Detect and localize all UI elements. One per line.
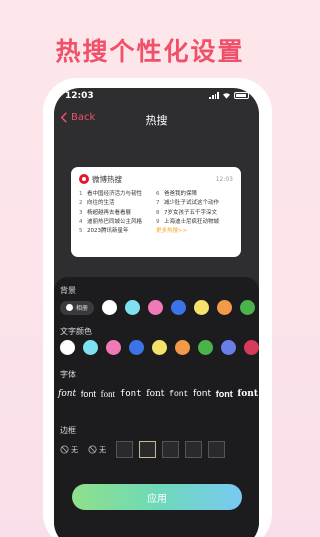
hot-item-rank: 8 [156, 209, 160, 216]
widget-hot-item: 8 7岁女孩子五千字深文 [156, 209, 233, 218]
text-color-swatch[interactable] [175, 340, 190, 355]
hot-item-text: 爸爸我的保障 [164, 191, 198, 197]
background-color-swatch[interactable] [217, 300, 233, 315]
widget-time: 12:03 [215, 175, 233, 183]
font-option[interactable]: font [216, 389, 233, 399]
status-time: 12:03 [65, 91, 94, 101]
hot-item-text: 7岁女孩子五千字深文 [164, 209, 217, 216]
no-border-label-2: 无 [99, 445, 106, 454]
widget-hot-item: 5 2023腾讯新星年 [79, 227, 156, 236]
hot-search-widget-preview: 微博热搜 12:03 1 看中国经济活力与韧性 2 向往的生活 3 杨超越再去看看展 4 迪丽… [71, 167, 241, 257]
border-frame-option[interactable] [208, 441, 225, 458]
hot-item-text: 向往的生活 [87, 200, 115, 207]
text-color-row [60, 340, 259, 355]
hot-item-text: 迪丽热巴同城公主风格 [87, 218, 143, 225]
hot-item-text: 杨超越再去看看展 [87, 209, 132, 216]
hot-item-text: 上海迪士尼疯狂动物城 [164, 218, 220, 225]
no-border-option-2[interactable]: 无 [88, 445, 106, 455]
font-option[interactable]: font [81, 389, 96, 399]
hot-item-rank: 4 [79, 218, 83, 225]
hot-item-rank: 7 [156, 200, 160, 207]
text-color-label: 文字颜色 [60, 327, 92, 336]
background-label: 背景 [60, 286, 76, 295]
border-frame-option[interactable] [162, 441, 179, 458]
widget-hot-item: 4 迪丽热巴同城公主风格 [79, 218, 156, 227]
font-label: 字体 [60, 370, 76, 379]
album-toggle[interactable]: 相册 [60, 300, 95, 315]
widget-hot-item: 7 减少肚子试试这个动作 [156, 199, 233, 208]
text-color-swatch[interactable] [60, 340, 75, 355]
toggle-knob [66, 304, 73, 311]
widget-hot-item: 1 看中国经济活力与韧性 [79, 190, 156, 199]
hot-item-text: 减少肚子试试这个动作 [164, 200, 220, 207]
font-option[interactable]: font [169, 390, 188, 399]
font-option[interactable]: font [146, 389, 164, 399]
hot-item-text: 看中国经济活力与韧性 [87, 191, 143, 197]
text-color-swatch[interactable] [83, 340, 98, 355]
no-border-option-1[interactable]: 无 [60, 445, 78, 455]
font-option[interactable]: font [101, 389, 116, 399]
background-color-swatch[interactable] [194, 300, 210, 315]
widget-title: 微博热搜 [92, 174, 122, 184]
widget-hot-item: 6 爸爸我的保障 [156, 190, 233, 199]
phone-screen: 12:03 Back 热搜 微博热搜 12:03 1 看中国经济活力与韧性 2 向往的… [54, 88, 259, 537]
font-option[interactable]: font [237, 389, 258, 399]
prohibited-icon [60, 445, 69, 454]
hot-item-text: 2023腾讯新星年 [87, 228, 129, 235]
hot-item-rank: 6 [156, 191, 160, 197]
page-headline: 热搜个性化设置 [55, 37, 245, 66]
border-frame-option[interactable] [185, 441, 202, 458]
navigation-bar: Back 热搜 [54, 108, 259, 130]
widget-hot-item: 2 向往的生活 [79, 199, 156, 208]
prohibited-icon [88, 445, 97, 454]
background-color-swatch[interactable] [171, 300, 187, 315]
font-options-row: font font font font font font font font font [58, 389, 258, 399]
more-hot-link[interactable]: 更多热搜>> [156, 227, 187, 236]
font-option[interactable]: font [120, 389, 142, 399]
background-color-swatch[interactable] [148, 300, 164, 315]
text-color-swatch[interactable] [221, 340, 236, 355]
page-title: 热搜 [145, 114, 168, 127]
status-icons [209, 92, 249, 99]
font-option[interactable]: font [58, 389, 76, 399]
border-frame-option[interactable] [139, 441, 156, 458]
album-toggle-label: 相册 [76, 305, 89, 312]
text-color-swatch[interactable] [198, 340, 213, 355]
status-bar: 12:03 [54, 88, 259, 104]
text-color-swatch[interactable] [244, 340, 259, 355]
apply-button[interactable]: 应用 [72, 484, 242, 510]
no-border-label-1: 无 [71, 445, 78, 454]
hot-item-rank: 9 [156, 218, 160, 225]
text-color-swatch[interactable] [106, 340, 121, 355]
widget-hot-item: 9 上海迪士尼疯狂动物城 [156, 218, 233, 227]
text-color-swatch[interactable] [129, 340, 144, 355]
border-options-row: 无 无 [60, 441, 225, 458]
weibo-logo-icon [79, 174, 89, 184]
hot-item-rank: 2 [79, 200, 83, 207]
background-color-swatch[interactable] [102, 300, 118, 315]
border-frame-option[interactable] [116, 441, 133, 458]
widget-hot-item: 更多热搜>> [156, 227, 233, 236]
settings-panel: 背景 相册 文字颜色 字体 font font font font font font fo… [54, 277, 259, 537]
border-label: 边框 [60, 426, 76, 435]
wifi-icon [223, 93, 230, 99]
hot-item-rank: 1 [79, 191, 83, 197]
font-option[interactable]: font [193, 389, 211, 399]
hot-item-rank: 3 [79, 209, 83, 216]
text-color-swatch[interactable] [152, 340, 167, 355]
background-color-row: 相册 [60, 300, 256, 315]
signal-icon [209, 92, 219, 99]
hot-item-rank: 5 [79, 228, 83, 235]
widget-hot-item: 3 杨超越再去看看展 [79, 209, 156, 218]
background-color-swatch[interactable] [240, 300, 256, 315]
background-color-swatch[interactable] [125, 300, 141, 315]
battery-icon [234, 92, 249, 99]
